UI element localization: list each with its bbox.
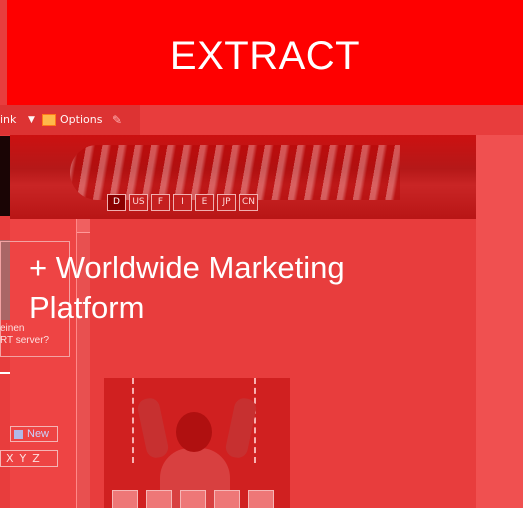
browser-toolbar: ink ▼ Options ✎ (0, 105, 140, 135)
lang-button-i[interactable]: I (173, 194, 192, 211)
alpha-letter-z[interactable]: Z (32, 452, 40, 465)
scrollbar-up-button[interactable] (77, 219, 90, 233)
link-label[interactable]: ink (0, 113, 16, 126)
header-graphic (70, 145, 400, 200)
outlook-options-icon (42, 114, 56, 126)
product-box (112, 490, 138, 508)
lang-button-d[interactable]: D (107, 194, 126, 211)
lang-button-f[interactable]: F (151, 194, 170, 211)
new-button-label: New (27, 428, 50, 440)
left-edge-image (0, 136, 10, 216)
new-button[interactable]: New (10, 426, 58, 442)
alphabet-nav: XYZ (0, 450, 58, 467)
lang-button-e[interactable]: E (195, 194, 214, 211)
extract-banner: EXTRACT (7, 0, 523, 105)
right-panel (476, 135, 523, 508)
lang-button-us[interactable]: US (129, 194, 148, 211)
alpha-letter-x[interactable]: X (6, 452, 14, 465)
link-dropdown-icon[interactable]: ▼ (28, 115, 35, 125)
marketing-headline: + Worldwide Marketing Platform (29, 250, 345, 325)
model-head (176, 412, 212, 452)
alpha-letter-y[interactable]: Y (20, 452, 27, 465)
product-box (180, 490, 206, 508)
pencil-icon[interactable]: ✎ (112, 113, 122, 127)
options-button[interactable]: Options (60, 113, 102, 126)
language-selector: D US F I E JP CN (107, 194, 259, 211)
left-divider (0, 372, 10, 374)
product-box (214, 490, 240, 508)
product-boxes (112, 490, 274, 508)
product-photo (104, 378, 290, 508)
extract-title: EXTRACT (169, 34, 361, 78)
lang-button-cn[interactable]: CN (239, 194, 259, 211)
document-icon (14, 430, 23, 439)
model-arm-right (224, 396, 258, 460)
chain-right (254, 378, 266, 463)
product-box (248, 490, 274, 508)
product-box (146, 490, 172, 508)
lang-button-jp[interactable]: JP (217, 194, 236, 211)
server-prompt-line2: RT server? (0, 335, 50, 346)
